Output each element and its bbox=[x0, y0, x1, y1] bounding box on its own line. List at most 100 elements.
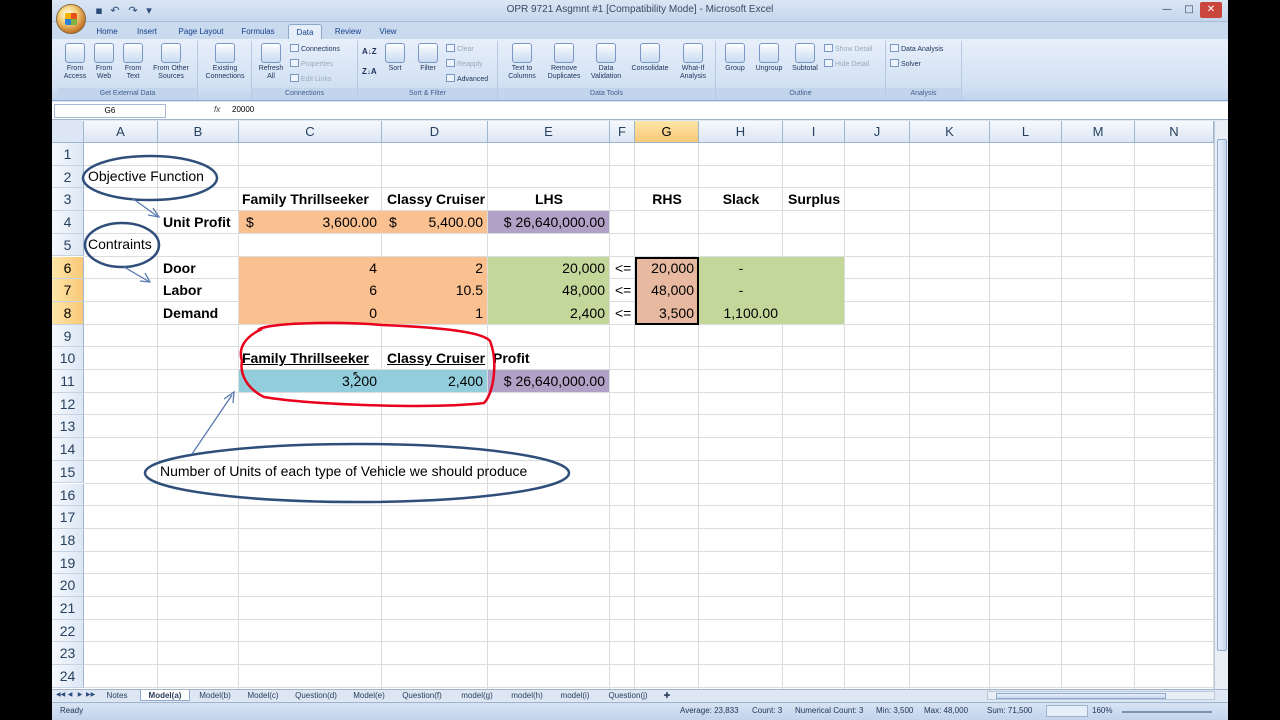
tab-review[interactable]: Review bbox=[328, 24, 368, 39]
ungroup-button[interactable]: Ungroup bbox=[752, 43, 786, 73]
column-header-n[interactable]: N bbox=[1135, 121, 1214, 143]
cell-e8[interactable]: 2,400 bbox=[488, 302, 610, 324]
data-validation-button[interactable]: Data Validation bbox=[586, 43, 626, 81]
column-header-g[interactable]: G bbox=[635, 121, 699, 143]
column-header-l[interactable]: L bbox=[990, 121, 1062, 143]
column-header-j[interactable]: J bbox=[845, 121, 910, 143]
cell-f7[interactable]: <= bbox=[610, 279, 635, 301]
cell-d6[interactable]: 2 bbox=[382, 257, 488, 279]
tab-home[interactable]: Home bbox=[92, 24, 122, 39]
column-header-k[interactable]: K bbox=[910, 121, 990, 143]
advanced-button[interactable]: Advanced bbox=[446, 74, 488, 84]
row-header-3[interactable]: 3 bbox=[52, 188, 84, 212]
clear-button[interactable]: Clear bbox=[446, 44, 474, 54]
row-header-17[interactable]: 17 bbox=[52, 506, 84, 529]
cell-g7[interactable]: 48,000 bbox=[635, 279, 699, 301]
cell-g3[interactable]: RHS bbox=[635, 188, 699, 210]
vertical-scroll-thumb[interactable] bbox=[1217, 139, 1227, 651]
cell-c6[interactable]: 4 bbox=[239, 257, 382, 279]
row-header-12[interactable]: 12 bbox=[52, 392, 84, 416]
tab-formulas[interactable]: Formulas bbox=[236, 24, 280, 39]
cell-f6[interactable]: <= bbox=[610, 257, 635, 279]
cell-b4[interactable]: Unit Profit bbox=[158, 211, 239, 233]
row-header-1[interactable]: 1 bbox=[52, 143, 84, 166]
row-header-5[interactable]: 5 bbox=[52, 233, 84, 257]
tab-view[interactable]: View bbox=[372, 24, 404, 39]
select-all-corner[interactable] bbox=[52, 121, 84, 143]
sheet-tab-modele[interactable]: Model(e) bbox=[346, 690, 392, 701]
text-to-columns-button[interactable]: Text to Columns bbox=[502, 43, 542, 81]
cell-d8[interactable]: 1 bbox=[382, 302, 488, 324]
minimize-button[interactable]: — bbox=[1156, 2, 1178, 18]
column-header-d[interactable]: D bbox=[382, 121, 488, 143]
sheet-tab-modelh[interactable]: model(h) bbox=[504, 690, 550, 701]
row-header-21[interactable]: 21 bbox=[52, 597, 84, 620]
sheet-tab-modeli[interactable]: model(i) bbox=[552, 690, 598, 701]
sheet-tab-questiond[interactable]: Question(d) bbox=[288, 690, 344, 701]
horizontal-scroll-thumb[interactable] bbox=[996, 693, 1166, 699]
row-header-22[interactable]: 22 bbox=[52, 619, 84, 643]
row-header-16[interactable]: 16 bbox=[52, 483, 84, 507]
cell-h8[interactable]: 1,100.00 bbox=[699, 302, 783, 324]
column-header-c[interactable]: C bbox=[239, 121, 382, 143]
filter-button[interactable]: Filter bbox=[414, 43, 442, 73]
next-sheet-icon[interactable]: ▶ bbox=[76, 691, 84, 698]
row-header-11[interactable]: 11 bbox=[52, 370, 84, 393]
sheet-tab-questionf[interactable]: Question(f) bbox=[394, 690, 450, 701]
maximize-button[interactable]: □ bbox=[1178, 2, 1200, 18]
consolidate-button[interactable]: Consolidate bbox=[628, 43, 672, 73]
tab-page-layout[interactable]: Page Layout bbox=[172, 24, 230, 39]
column-header-b[interactable]: B bbox=[158, 121, 239, 143]
cell-g8[interactable]: 3,500 bbox=[635, 302, 699, 324]
sheet-tab-modelc[interactable]: Model(c) bbox=[240, 690, 286, 701]
formula-input[interactable]: 20000 bbox=[232, 105, 254, 114]
cell-e11[interactable]: $ 26,640,000.00 bbox=[488, 370, 610, 392]
sheet-tab-modela[interactable]: Model(a) bbox=[140, 690, 190, 701]
from-access-button[interactable]: From Access bbox=[60, 43, 90, 81]
cell-c7[interactable]: 6 bbox=[239, 279, 382, 301]
cell-b7[interactable]: Labor bbox=[158, 279, 239, 301]
from-web-button[interactable]: From Web bbox=[90, 43, 118, 81]
cell-d10[interactable]: Classy Cruiser bbox=[382, 347, 488, 369]
insert-sheet-icon[interactable]: ✚ bbox=[660, 690, 674, 701]
show-detail-button[interactable]: Show Detail bbox=[824, 44, 872, 54]
tab-data[interactable]: Data bbox=[288, 24, 322, 39]
column-header-e[interactable]: E bbox=[488, 121, 610, 143]
row-header-9[interactable]: 9 bbox=[52, 324, 84, 348]
row-header-24[interactable]: 24 bbox=[52, 665, 84, 688]
row-header-14[interactable]: 14 bbox=[52, 438, 84, 461]
existing-connections-button[interactable]: Existing Connections bbox=[202, 43, 248, 81]
from-other-sources-button[interactable]: From Other Sources bbox=[148, 43, 194, 81]
edit-links-button[interactable]: Edit Links bbox=[290, 74, 331, 84]
row-header-6[interactable]: 6 bbox=[52, 256, 84, 280]
cell-e6[interactable]: 20,000 bbox=[488, 257, 610, 279]
tab-insert[interactable]: Insert bbox=[130, 24, 164, 39]
insert-function-icon[interactable]: fx bbox=[214, 105, 220, 114]
sheet-tab-modelb[interactable]: Model(b) bbox=[192, 690, 238, 701]
cell-h6[interactable]: - bbox=[699, 257, 783, 279]
row-header-19[interactable]: 19 bbox=[52, 551, 84, 575]
column-header-f[interactable]: F bbox=[610, 121, 635, 143]
column-header-a[interactable]: A bbox=[84, 121, 158, 143]
reapply-button[interactable]: Reapply bbox=[446, 59, 483, 69]
column-header-i[interactable]: I bbox=[783, 121, 845, 143]
from-text-button[interactable]: From Text bbox=[118, 43, 148, 81]
row-header-10[interactable]: 10 bbox=[52, 347, 84, 370]
prev-sheet-icon[interactable]: ◀ bbox=[66, 691, 74, 698]
cell-e7[interactable]: 48,000 bbox=[488, 279, 610, 301]
properties-button[interactable]: Properties bbox=[290, 59, 333, 69]
row-header-23[interactable]: 23 bbox=[52, 642, 84, 666]
data-analysis-button[interactable]: Data Analysis bbox=[890, 44, 943, 54]
what-if-analysis-button[interactable]: What-If Analysis bbox=[674, 43, 712, 81]
cell-h7[interactable]: - bbox=[699, 279, 783, 301]
horizontal-scrollbar[interactable] bbox=[987, 691, 1215, 700]
last-sheet-icon[interactable]: ▶▶ bbox=[86, 691, 95, 698]
row-header-4[interactable]: 4 bbox=[52, 211, 84, 234]
connections-button[interactable]: Connections bbox=[290, 44, 340, 54]
sheet-tab-questionj[interactable]: Question(j) bbox=[600, 690, 656, 701]
name-box[interactable]: G6 bbox=[54, 104, 166, 118]
sheet-tab-modelg[interactable]: model(g) bbox=[452, 690, 502, 701]
cell-c4[interactable]: 3,600.00 bbox=[239, 211, 382, 233]
cell-f8[interactable]: <= bbox=[610, 302, 635, 324]
refresh-all-button[interactable]: Refresh All bbox=[256, 43, 286, 81]
